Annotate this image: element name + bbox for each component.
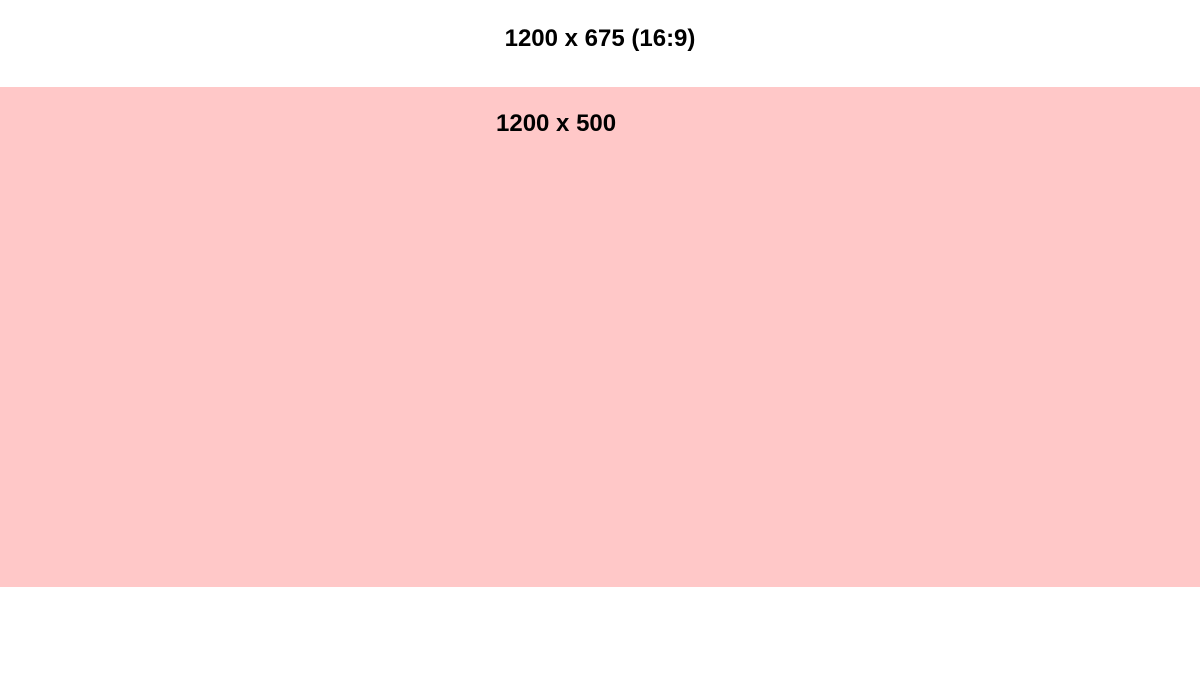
outer-dimension-label: 1200 x 675 (16:9): [504, 25, 696, 52]
inner-band: 1200 x 500: [0, 87, 1200, 587]
inner-dimension-label: 1200 x 500: [496, 110, 617, 137]
outer-canvas: 1200 x 675 (16:9) 1200 x 500: [0, 0, 1200, 675]
